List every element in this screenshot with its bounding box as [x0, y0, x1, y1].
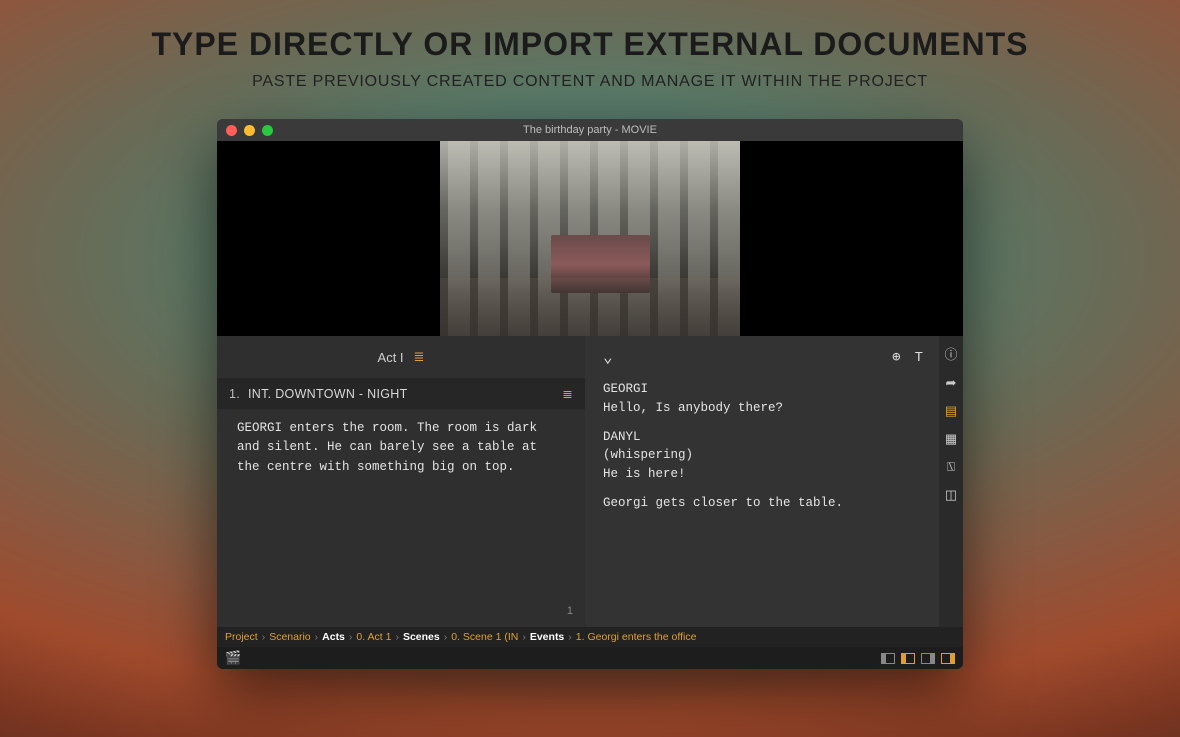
- scene-body[interactable]: GEORGI enters the room. The room is dark…: [217, 409, 585, 487]
- close-icon[interactable]: [226, 125, 237, 136]
- share-icon[interactable]: ➦: [946, 375, 957, 391]
- image-icon[interactable]: ⍂: [947, 459, 955, 475]
- split-icon[interactable]: ◫: [945, 487, 957, 503]
- chevron-right-icon: ›: [444, 631, 448, 643]
- scene-heading: INT. DOWNTOWN - NIGHT: [248, 387, 408, 401]
- list-icon[interactable]: ≣: [414, 349, 425, 365]
- breadcrumb-item[interactable]: Scenes: [403, 631, 440, 643]
- chevron-right-icon: ›: [522, 631, 526, 643]
- act-header[interactable]: Act I ≣: [217, 336, 585, 378]
- app-window: The birthday party - MOVIE Act I ≣ 1. IN…: [217, 119, 963, 669]
- layout-option-2[interactable]: [901, 653, 915, 664]
- breadcrumb: Project›Scenario›Acts›0. Act 1›Scenes›0.…: [217, 627, 963, 647]
- breadcrumb-item[interactable]: 1. Georgi enters the office: [576, 631, 697, 643]
- doc-icon[interactable]: ▦: [945, 431, 957, 447]
- text-style-button[interactable]: T: [915, 348, 923, 369]
- list-icon[interactable]: ≣: [562, 386, 573, 401]
- breadcrumb-item[interactable]: 0. Scene 1 (IN: [451, 631, 518, 643]
- zoom-icon[interactable]: [262, 125, 273, 136]
- breadcrumb-item[interactable]: 0. Act 1: [356, 631, 391, 643]
- script-pane: ⌄ ⊕ T GEORGIHello, Is anybody there? DANY…: [585, 336, 963, 627]
- script-char[interactable]: GEORGI: [603, 380, 923, 399]
- chevron-right-icon: ›: [262, 631, 266, 643]
- right-toolbar: ⓘ ➦ ▤ ▦ ⍂ ◫: [939, 336, 963, 627]
- layout-option-4[interactable]: [941, 653, 955, 664]
- window-title: The birthday party - MOVIE: [217, 124, 963, 136]
- script-dial[interactable]: He is here!: [603, 465, 923, 484]
- outline-pane: Act I ≣ 1. INT. DOWNTOWN - NIGHT ≣ GEORG…: [217, 336, 585, 627]
- chevron-right-icon: ›: [395, 631, 399, 643]
- globe-icon[interactable]: ⊕: [892, 348, 900, 369]
- minimize-icon[interactable]: [244, 125, 255, 136]
- page-number: 1: [567, 605, 573, 617]
- chevron-down-icon[interactable]: ⌄: [603, 346, 613, 370]
- chevron-right-icon: ›: [568, 631, 572, 643]
- layout-option-1[interactable]: [881, 653, 895, 664]
- act-label: Act I: [378, 350, 404, 365]
- workarea: Act I ≣ 1. INT. DOWNTOWN - NIGHT ≣ GEORG…: [217, 336, 963, 627]
- layout-option-3[interactable]: [921, 653, 935, 664]
- chevron-right-icon: ›: [315, 631, 319, 643]
- script-action[interactable]: Georgi gets closer to the table.: [603, 494, 923, 513]
- breadcrumb-item[interactable]: Scenario: [269, 631, 310, 643]
- promo-subtitle: PASTE PREVIOUSLY CREATED CONTENT AND MAN…: [252, 73, 928, 91]
- clapper-icon[interactable]: 🎬: [225, 650, 241, 666]
- info-icon[interactable]: ⓘ: [944, 344, 957, 363]
- breadcrumb-item[interactable]: Acts: [322, 631, 345, 643]
- script-editor[interactable]: ⌄ ⊕ T GEORGIHello, Is anybody there? DANY…: [585, 336, 939, 627]
- preview-image[interactable]: [440, 141, 740, 336]
- titlebar: The birthday party - MOVIE: [217, 119, 963, 141]
- chevron-right-icon: ›: [349, 631, 353, 643]
- preview-area: [217, 141, 963, 336]
- scenes-icon[interactable]: ▤: [945, 403, 957, 419]
- promo-title: TYPE DIRECTLY OR IMPORT EXTERNAL DOCUMEN…: [151, 26, 1028, 63]
- scene-heading-row[interactable]: 1. INT. DOWNTOWN - NIGHT ≣: [217, 378, 585, 409]
- statusbar: 🎬: [217, 647, 963, 669]
- script-dial[interactable]: Hello, Is anybody there?: [603, 399, 923, 418]
- script-char[interactable]: DANYL: [603, 428, 923, 447]
- script-paren[interactable]: (whispering): [603, 446, 923, 465]
- breadcrumb-item[interactable]: Project: [225, 631, 258, 643]
- breadcrumb-item[interactable]: Events: [530, 631, 564, 643]
- scene-number: 1.: [229, 387, 240, 401]
- layout-switcher: [881, 653, 955, 664]
